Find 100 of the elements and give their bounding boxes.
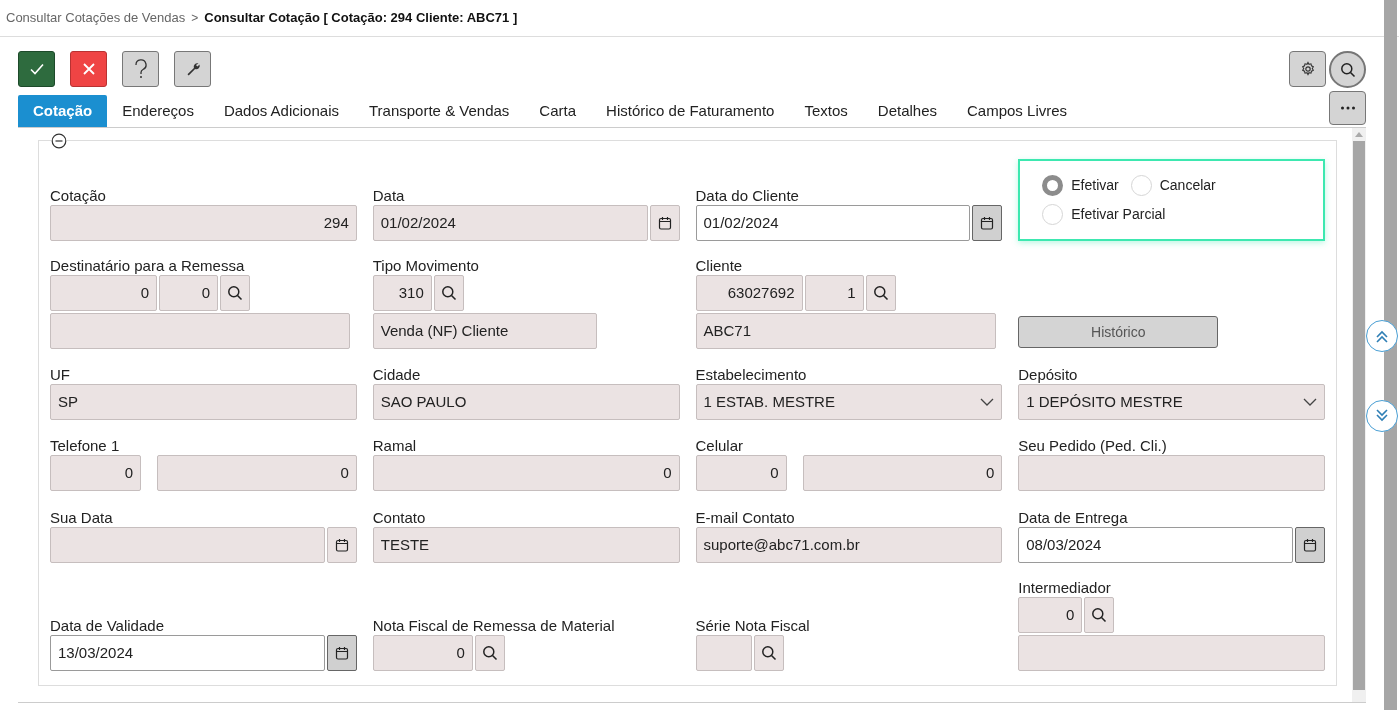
page-title: Consultar Cotação [ Cotação: 294 Cliente: ABC71 ] (204, 9, 518, 28)
input-field[interactable]: suporte@abc71.com.br (695, 527, 1003, 563)
field-label: Celular (695, 436, 745, 455)
scroll-up-button[interactable] (1366, 320, 1398, 352)
input-field[interactable]: 01/02/2024 (372, 205, 648, 241)
tab[interactable]: Carta (524, 95, 592, 127)
dropdown[interactable]: 1 ESTAB. MESTRE (695, 384, 1003, 420)
tab[interactable]: Endereços (107, 95, 209, 127)
search-button[interactable] (865, 275, 896, 311)
search-button[interactable] (1084, 597, 1115, 633)
more-icon (1339, 106, 1356, 110)
breadcrumb-separator: > (191, 10, 199, 27)
chevron-down-icon (1303, 398, 1317, 406)
settings-icon (1299, 61, 1316, 77)
calendar-button[interactable] (326, 635, 357, 671)
tab[interactable]: Detalhes (862, 95, 952, 127)
historico-button[interactable]: Histórico (1018, 316, 1219, 348)
help-button[interactable] (122, 51, 159, 87)
field-label: Data de Validade (50, 616, 165, 635)
calendar-icon (334, 646, 349, 660)
calendar-icon (1303, 538, 1317, 552)
settings-button[interactable] (1289, 51, 1326, 87)
input-field[interactable]: SAO PAULO (372, 384, 680, 420)
field-label: Seu Pedido (Ped. Cli.) (1018, 436, 1168, 455)
dropdown[interactable]: 1 DEPÓSITO MESTRE (1018, 384, 1325, 420)
input-field[interactable]: 63027692 (695, 275, 803, 311)
input-field[interactable]: 0 (372, 635, 473, 671)
input-field[interactable]: 13/03/2024 (50, 635, 325, 671)
search-button[interactable] (474, 635, 505, 671)
input-field[interactable] (50, 527, 325, 563)
input-field[interactable]: ABC71 (695, 313, 996, 349)
field-label: Depósito (1018, 365, 1079, 384)
calendar-button[interactable] (1295, 527, 1325, 563)
breadcrumb-link[interactable]: Consultar Cotações de Vendas (6, 8, 186, 28)
search-button[interactable] (1329, 51, 1366, 88)
input-field[interactable] (50, 313, 350, 349)
input-field[interactable]: 0 (1018, 597, 1083, 633)
tab[interactable]: Transporte & Vendas (354, 95, 525, 127)
scrollbar[interactable] (1352, 128, 1366, 702)
collapse-icon[interactable] (51, 133, 67, 149)
close-icon (81, 62, 96, 76)
input-field[interactable]: Venda (NF) Cliente (372, 313, 597, 349)
field-label: Destinatário para a Remessa (50, 256, 246, 275)
search-icon (1091, 607, 1108, 623)
field-label: Cidade (372, 365, 422, 384)
page-scrollbar[interactable] (1384, 0, 1397, 710)
input-field[interactable]: 0 (695, 455, 787, 491)
field-label: Sua Data (50, 508, 114, 527)
field-label: Telefone 1 (50, 436, 121, 455)
input-field[interactable] (1018, 455, 1325, 491)
check-icon (28, 61, 45, 77)
tab[interactable]: Textos (789, 95, 863, 127)
tab[interactable]: Campos Livres (952, 95, 1083, 127)
search-icon (1339, 61, 1356, 78)
search-button[interactable] (753, 635, 784, 671)
confirm-button[interactable] (18, 51, 55, 87)
input-field[interactable]: 0 (157, 455, 357, 491)
calendar-icon (657, 216, 672, 230)
calendar-button[interactable] (649, 205, 680, 241)
field-label: Ramal (372, 436, 418, 455)
tab[interactable]: Dados Adicionais (208, 95, 354, 127)
tools-button[interactable] (174, 51, 211, 87)
input-field[interactable]: 310 (372, 275, 432, 311)
calendar-button[interactable] (972, 205, 1003, 241)
field-label: Data do Cliente (695, 186, 800, 205)
search-button[interactable] (220, 275, 250, 311)
calendar-button[interactable] (326, 527, 357, 563)
input-field[interactable]: 0 (50, 275, 157, 311)
search-icon (481, 645, 498, 661)
radio-label: Efetivar Parcial (1071, 205, 1166, 224)
chevron-down-icon (980, 398, 995, 406)
input-field[interactable]: 01/02/2024 (695, 205, 971, 241)
field-label: Tipo Movimento (372, 256, 480, 275)
input-field[interactable] (1018, 635, 1325, 671)
field-label: Estabelecimento (695, 365, 808, 384)
search-button[interactable] (433, 275, 464, 311)
input-field[interactable]: 08/03/2024 (1018, 527, 1293, 563)
input-field[interactable]: 1 (804, 275, 864, 311)
input-field[interactable]: 0 (159, 275, 218, 311)
input-field[interactable]: 0 (802, 455, 1003, 491)
search-icon (872, 285, 889, 301)
search-icon (227, 285, 243, 301)
input-field[interactable] (695, 635, 752, 671)
input-field[interactable]: SP (50, 384, 357, 420)
input-field[interactable]: 0 (50, 455, 141, 491)
field-label: E-mail Contato (695, 508, 796, 527)
input-field[interactable]: TESTE (372, 527, 680, 563)
input-field[interactable]: 0 (372, 455, 680, 491)
radio-label: Efetivar (1071, 176, 1119, 195)
search-icon (440, 285, 457, 301)
input-field[interactable]: 294 (50, 205, 357, 241)
scroll-down-button[interactable] (1366, 400, 1398, 432)
tab[interactable]: Histórico de Faturamento (591, 95, 790, 127)
search-icon (760, 645, 777, 661)
field-label: Contato (372, 508, 427, 527)
radio-button[interactable] (1042, 175, 1064, 196)
field-label: Intermediador (1018, 578, 1112, 597)
calendar-icon (334, 538, 349, 552)
cancel-button[interactable] (70, 51, 107, 87)
tab[interactable]: Cotação (18, 95, 108, 127)
